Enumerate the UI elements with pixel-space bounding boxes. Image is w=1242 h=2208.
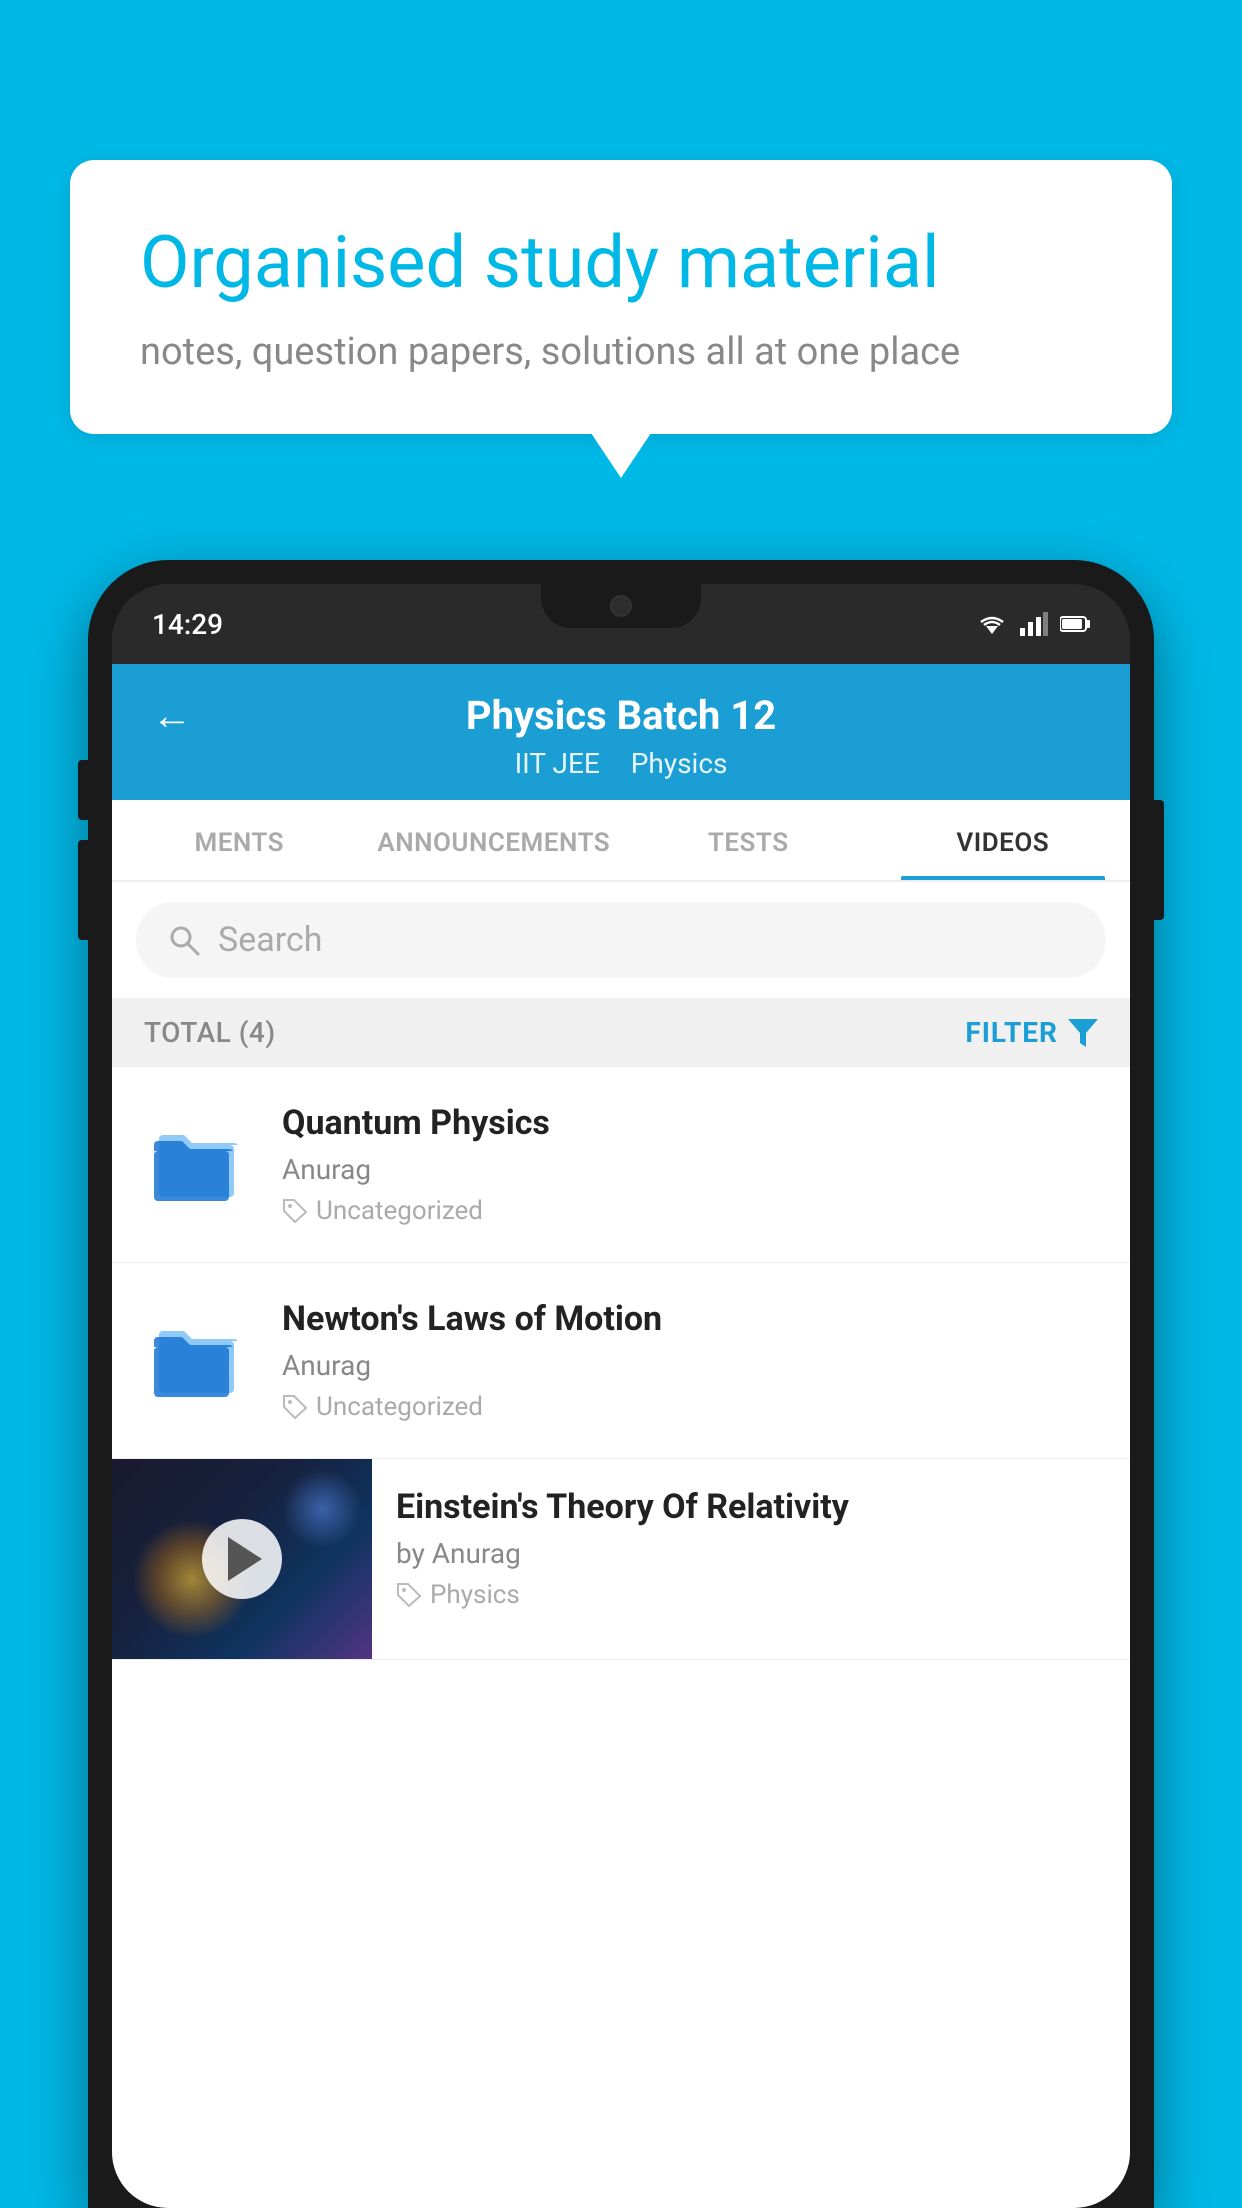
side-button-power — [78, 760, 88, 820]
search-input[interactable]: Search — [218, 920, 322, 960]
item-thumbnail — [144, 1120, 254, 1210]
folder-icon — [154, 1125, 244, 1205]
wifi-icon — [976, 612, 1008, 636]
item-tag: Physics — [396, 1580, 1106, 1610]
battery-icon — [1060, 615, 1090, 633]
tag-icon — [396, 1582, 422, 1608]
thumb-glow-2 — [282, 1469, 362, 1549]
app-header: ← Physics Batch 12 IIT JEE Physics — [112, 664, 1130, 800]
list-item[interactable]: Einstein's Theory Of Relativity by Anura… — [112, 1459, 1130, 1660]
list-item[interactable]: Quantum Physics Anurag Uncategorized — [112, 1067, 1130, 1263]
item-author: Anurag — [282, 1349, 1098, 1382]
signal-icon — [1020, 612, 1048, 636]
item-tag: Uncategorized — [282, 1196, 1098, 1226]
speech-bubble: Organised study material notes, question… — [70, 160, 1172, 434]
search-container: Search — [112, 882, 1130, 998]
video-thumbnail — [112, 1459, 372, 1659]
subtitle-iitjee: IIT JEE — [515, 747, 600, 780]
item-tag: Uncategorized — [282, 1392, 1098, 1422]
item-info: Newton's Laws of Motion Anurag Uncategor… — [282, 1299, 1098, 1422]
search-box[interactable]: Search — [136, 902, 1106, 978]
header-nav: ← Physics Batch 12 — [152, 692, 1090, 739]
tab-ments[interactable]: MENTS — [112, 800, 367, 880]
tab-videos[interactable]: VIDEOS — [876, 800, 1131, 880]
item-author: Anurag — [282, 1153, 1098, 1186]
status-icons — [976, 612, 1090, 636]
back-button[interactable]: ← — [152, 692, 192, 739]
item-title: Einstein's Theory Of Relativity — [396, 1487, 1106, 1527]
filter-button[interactable]: FILTER — [965, 1016, 1098, 1049]
total-count: TOTAL (4) — [144, 1016, 276, 1049]
item-tag-text: Uncategorized — [316, 1196, 483, 1226]
status-time: 14:29 — [152, 608, 223, 641]
tab-announcements[interactable]: ANNOUNCEMENTS — [367, 800, 622, 880]
item-info: Quantum Physics Anurag Uncategorized — [282, 1103, 1098, 1226]
bubble-subtitle: notes, question papers, solutions all at… — [140, 330, 1102, 374]
video-list: Quantum Physics Anurag Uncategorized — [112, 1067, 1130, 1660]
bubble-title: Organised study material — [140, 220, 1102, 306]
tabs-bar: MENTS ANNOUNCEMENTS TESTS VIDEOS — [112, 800, 1130, 882]
play-triangle-icon — [228, 1537, 262, 1581]
phone-notch — [541, 584, 701, 628]
item-tag-text: Physics — [430, 1580, 520, 1610]
item-author: by Anurag — [396, 1537, 1106, 1570]
filter-icon — [1068, 1019, 1098, 1047]
phone-outer: 14:29 — [88, 560, 1154, 2208]
camera — [610, 595, 632, 617]
folder-icon — [154, 1321, 244, 1401]
side-button-right — [1154, 800, 1164, 920]
item-title: Newton's Laws of Motion — [282, 1299, 1098, 1339]
tab-tests[interactable]: TESTS — [621, 800, 876, 880]
header-subtitle: IIT JEE Physics — [152, 747, 1090, 780]
play-button[interactable] — [202, 1519, 282, 1599]
search-icon — [166, 922, 202, 958]
status-bar: 14:29 — [112, 584, 1130, 664]
item-info: Einstein's Theory Of Relativity by Anura… — [372, 1459, 1130, 1638]
phone-screen: ← Physics Batch 12 IIT JEE Physics MENTS… — [112, 664, 1130, 2208]
filter-label: FILTER — [965, 1016, 1058, 1049]
side-button-volume — [78, 840, 88, 940]
item-title: Quantum Physics — [282, 1103, 1098, 1143]
tag-icon — [282, 1394, 308, 1420]
filter-bar: TOTAL (4) FILTER — [112, 998, 1130, 1067]
item-tag-text: Uncategorized — [316, 1392, 483, 1422]
phone-container: 14:29 — [88, 560, 1154, 2208]
item-thumbnail — [144, 1316, 254, 1406]
list-item[interactable]: Newton's Laws of Motion Anurag Uncategor… — [112, 1263, 1130, 1459]
tag-icon — [282, 1198, 308, 1224]
subtitle-physics: Physics — [631, 747, 728, 780]
speech-bubble-container: Organised study material notes, question… — [70, 160, 1172, 434]
header-title: Physics Batch 12 — [466, 692, 776, 739]
